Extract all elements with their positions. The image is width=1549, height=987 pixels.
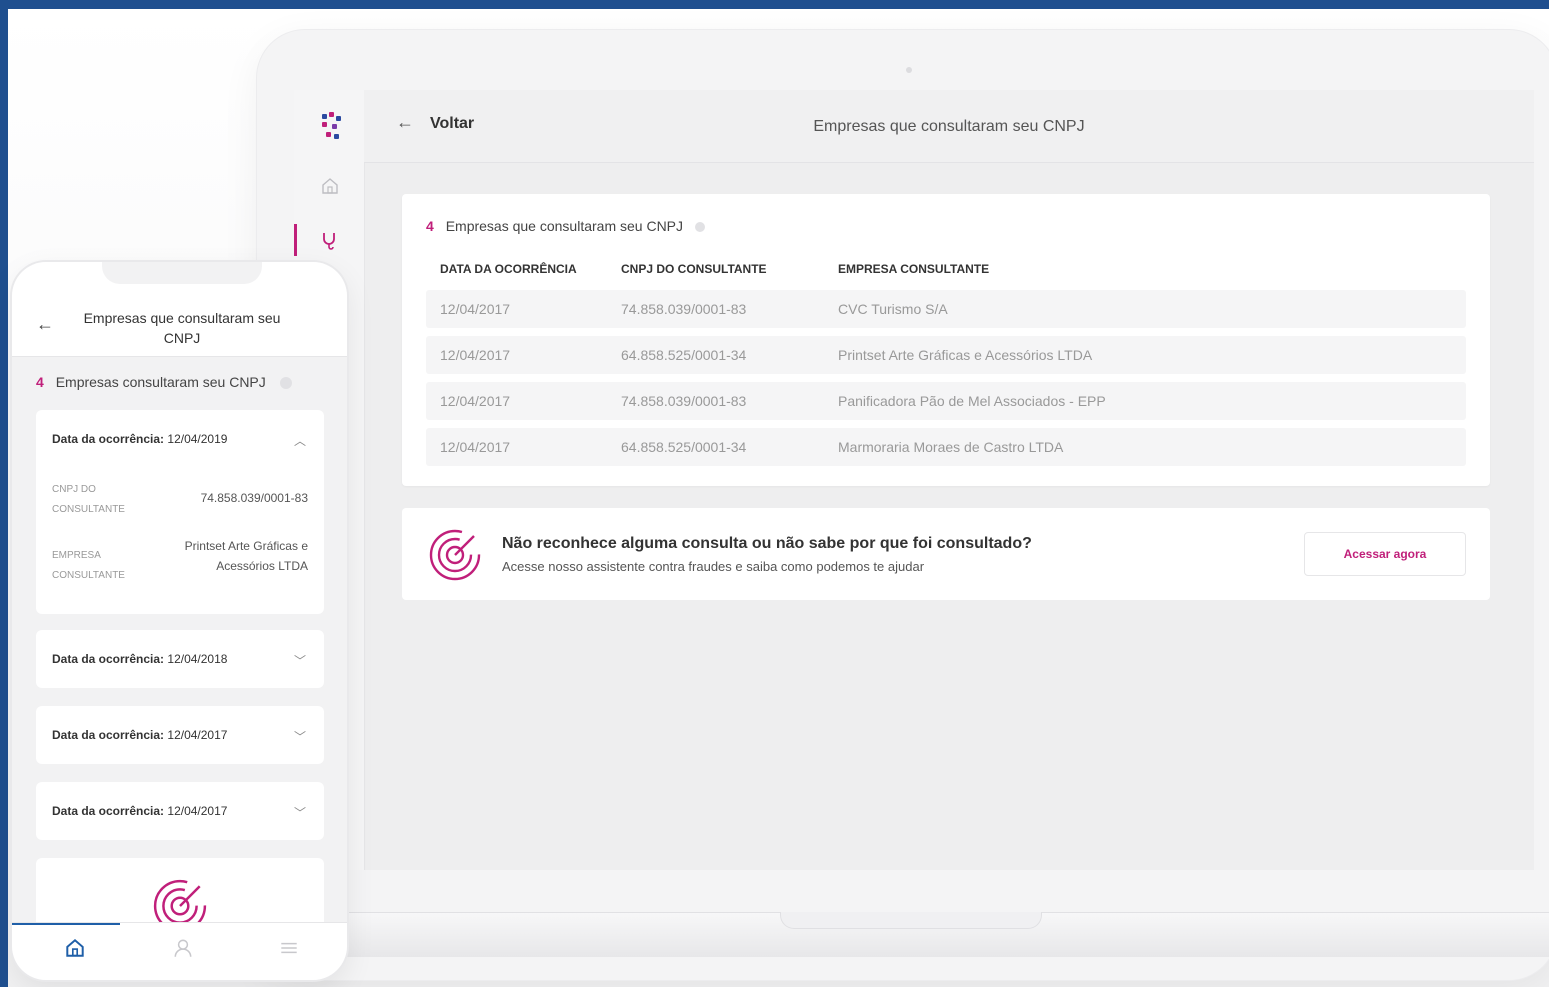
table-row[interactable]: 12/04/2017 64.858.525/0001-34 Printset A… xyxy=(426,336,1466,374)
cell-date: 12/04/2017 xyxy=(440,393,511,409)
column-header-cnpj: CNPJ DO CONSULTANTE xyxy=(621,262,767,276)
back-arrow-icon[interactable]: ← xyxy=(36,314,54,335)
access-now-button[interactable]: Acessar agora xyxy=(1304,532,1466,576)
mobile-page-title: Empresas que consultaram seu CNPJ xyxy=(83,310,281,346)
desktop-screen: ← Voltar Empresas que consultaram seu CN… xyxy=(294,90,1534,870)
mobile-heading: 4 Empresas consultaram seu CNPJ xyxy=(36,374,292,390)
home-icon[interactable] xyxy=(64,937,86,964)
table-row[interactable]: 12/04/2017 74.858.039/0001-83 Panificado… xyxy=(426,382,1466,420)
occurrence-card-expanded[interactable]: Data da ocorrência: 12/04/2019 ︿ CNPJ DO… xyxy=(36,410,324,614)
phone-frame: ← Empresas que consultaram seu CNPJ 4 Em… xyxy=(12,262,347,980)
date-value: 12/04/2018 xyxy=(167,652,228,666)
chevron-down-icon[interactable]: ﹀ xyxy=(294,728,306,745)
sidebar-active-indicator xyxy=(294,224,297,256)
occurrence-date: Data da ocorrência: 12/04/2019 xyxy=(52,432,227,446)
mobile-tab-bar xyxy=(12,922,347,980)
mobile-heading-text: Empresas consultaram seu CNPJ xyxy=(55,374,266,390)
cell-company: Printset Arte Gráficas e Acessórios LTDA xyxy=(838,347,1093,363)
cell-cnpj: 74.858.039/0001-83 xyxy=(621,301,747,317)
date-label: Data da ocorrência: xyxy=(52,432,165,446)
occurrence-card[interactable]: Data da ocorrência: 12/04/2017 ﹀ xyxy=(36,706,324,764)
table-row[interactable]: 12/04/2017 74.858.039/0001-83 CVC Turism… xyxy=(426,290,1466,328)
occurrence-date: Data da ocorrência: 12/04/2018 xyxy=(52,652,227,666)
cell-cnpj: 64.858.525/0001-34 xyxy=(621,439,747,455)
cell-company: Marmoraria Moraes de Castro LTDA xyxy=(838,439,1064,455)
date-value: 12/04/2017 xyxy=(167,804,228,818)
chevron-up-icon[interactable]: ︿ xyxy=(294,432,306,449)
chevron-down-icon[interactable]: ﹀ xyxy=(294,652,306,669)
logo-icon[interactable] xyxy=(320,112,342,142)
info-icon[interactable] xyxy=(694,222,705,232)
alert-subtitle: Acesse nosso assistente contra fraudes e… xyxy=(502,559,925,574)
alert-title: Não reconhece alguma consulta ou não sab… xyxy=(502,535,1032,552)
cell-date: 12/04/2017 xyxy=(440,301,511,317)
cell-cnpj: 74.858.039/0001-83 xyxy=(621,393,747,409)
consultations-card: 4 Empresas que consultaram seu CNPJ DATA… xyxy=(402,194,1490,486)
column-header-date: DATA DA OCORRÊNCIA xyxy=(440,262,577,276)
topbar: ← Voltar Empresas que consultaram seu CN… xyxy=(364,90,1534,163)
stethoscope-icon[interactable] xyxy=(318,228,342,252)
target-icon xyxy=(428,528,482,582)
cnpj-value: 74.858.039/0001-83 xyxy=(200,491,308,505)
cell-company: Panificadora Pão de Mel Associados - EPP xyxy=(838,393,1106,409)
laptop-camera xyxy=(906,67,912,73)
active-tab-indicator xyxy=(12,923,120,925)
empresa-label: EMPRESA CONSULTANTE xyxy=(52,550,125,581)
date-label: Data da ocorrência: xyxy=(52,652,165,666)
mobile-header: ← Empresas que consultaram seu CNPJ xyxy=(12,262,347,357)
date-value: 12/04/2019 xyxy=(167,432,228,446)
empresa-value: Printset Arte Gráficas e Acessórios LTDA xyxy=(184,539,308,573)
count-badge: 4 xyxy=(426,218,434,234)
date-label: Data da ocorrência: xyxy=(52,728,165,742)
cnpj-label: CNPJ DO CONSULTANTE xyxy=(52,484,125,515)
date-label: Data da ocorrência: xyxy=(52,804,165,818)
fraud-alert-card: Não reconhece alguma consulta ou não sab… xyxy=(402,508,1490,600)
page-title: Empresas que consultaram seu CNPJ xyxy=(813,118,1085,135)
occurrence-card[interactable]: Data da ocorrência: 12/04/2018 ﹀ xyxy=(36,630,324,688)
cell-date: 12/04/2017 xyxy=(440,439,511,455)
card-heading-text: Empresas que consultaram seu CNPJ xyxy=(445,218,684,234)
laptop-notch xyxy=(780,912,1042,929)
phone-notch xyxy=(102,262,262,284)
home-icon[interactable] xyxy=(318,174,342,198)
occurrence-date: Data da ocorrência: 12/04/2017 xyxy=(52,728,227,742)
date-value: 12/04/2017 xyxy=(167,728,228,742)
occurrence-card[interactable]: Data da ocorrência: 12/04/2017 ﹀ xyxy=(36,782,324,840)
table-row[interactable]: 12/04/2017 64.858.525/0001-34 Marmoraria… xyxy=(426,428,1466,466)
cell-cnpj: 64.858.525/0001-34 xyxy=(621,347,747,363)
count-badge: 4 xyxy=(36,374,44,390)
column-header-company: EMPRESA CONSULTANTE xyxy=(838,262,990,276)
menu-icon[interactable] xyxy=(278,937,300,964)
cell-company: CVC Turismo S/A xyxy=(838,301,948,317)
occurrence-date: Data da ocorrência: 12/04/2017 xyxy=(52,804,227,818)
chevron-down-icon[interactable]: ﹀ xyxy=(294,804,306,821)
user-icon[interactable] xyxy=(172,937,194,964)
card-heading: 4 Empresas que consultaram seu CNPJ xyxy=(426,218,705,234)
info-icon[interactable] xyxy=(279,377,292,389)
cell-date: 12/04/2017 xyxy=(440,347,511,363)
